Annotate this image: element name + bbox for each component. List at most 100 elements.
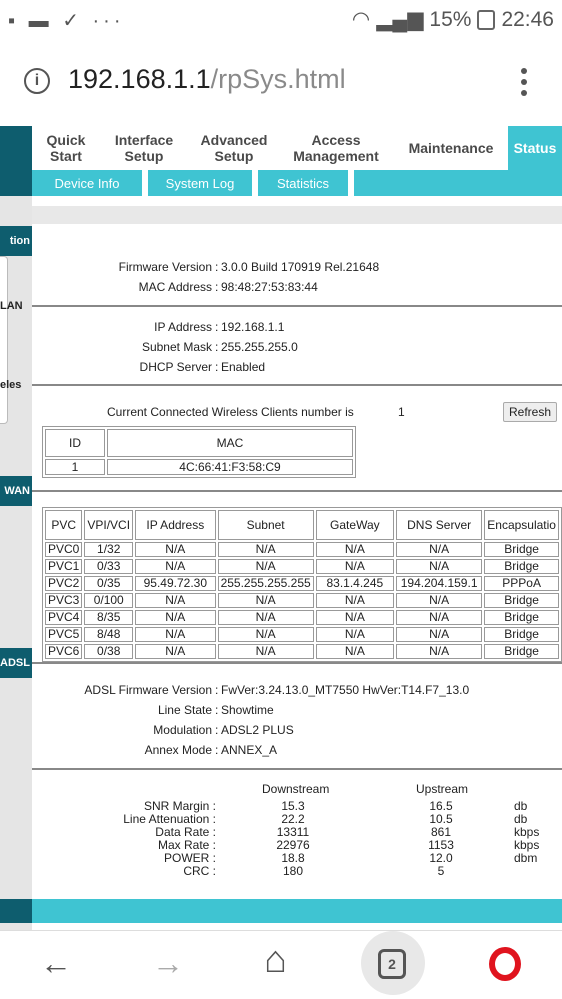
back-arrow-icon[interactable]: ← [40, 945, 72, 982]
stat-unit: db [514, 799, 528, 813]
section-label-wireless: eless [0, 379, 22, 391]
subnav-device-info[interactable]: Device Info [32, 170, 142, 196]
divider [32, 384, 562, 386]
subnav-divider [348, 170, 354, 196]
table-cell: PVC4 [45, 610, 83, 625]
wifi-icon: ◠ [351, 8, 371, 31]
nav-status[interactable]: Status [508, 126, 562, 170]
table-header: ID [45, 429, 105, 457]
table-cell: N/A [135, 610, 216, 625]
stat-upstream: 12.0 [429, 851, 453, 865]
stat-unit: kbps [514, 825, 540, 839]
table-cell: N/A [217, 559, 314, 574]
table-cell: N/A [396, 610, 483, 625]
table-cell: Bridge [484, 610, 559, 625]
nav-access-management[interactable]: Access Management [284, 126, 388, 170]
table-cell: PVC1 [45, 559, 83, 574]
tabs-count-icon[interactable]: 2 [378, 949, 406, 979]
opera-menu-icon[interactable] [489, 947, 521, 981]
stat-upstream: 16.5 [429, 799, 453, 813]
table-cell: N/A [315, 627, 394, 642]
clock: 22:46 [501, 7, 554, 31]
table-cell: N/A [315, 593, 394, 608]
stat-upstream: 861 [430, 825, 452, 839]
table-cell: 8/35 [84, 610, 134, 625]
stat-label: Max Rate : [157, 838, 216, 852]
subnav-system-log[interactable]: System Log [148, 170, 252, 196]
home-icon[interactable]: ⌂ [264, 939, 287, 982]
wireless-clients-label: Current Connected Wireless Clients numbe… [107, 405, 354, 419]
table-cell: N/A [217, 610, 314, 625]
table-cell: N/A [217, 644, 314, 659]
table-cell: PVC6 [45, 644, 83, 659]
browser-url-bar: i 192.168.1.1/rpSys.html [0, 38, 562, 126]
stat-downstream: 22976 [276, 838, 310, 852]
nav-quick-start[interactable]: Quick Start [32, 126, 100, 170]
table-cell: 0/35 [84, 576, 134, 591]
more-menu-icon[interactable] [519, 68, 529, 101]
table-cell: N/A [217, 593, 314, 608]
stat-unit: kbps [514, 838, 540, 852]
table-cell: PVC2 [45, 576, 83, 591]
divider [32, 305, 562, 307]
table-cell: N/A [315, 542, 394, 557]
table-row: PVC4 8/35 N/A N/A N/A N/A Bridge [45, 610, 559, 625]
modulation-label: Modulation [153, 723, 212, 737]
table-cell: N/A [396, 644, 483, 659]
table-cell: 83.1.4.245 [315, 576, 394, 591]
mac-label: MAC Address [138, 280, 212, 294]
stat-unit: dbm [514, 851, 538, 865]
dhcp-label: DHCP Server [139, 360, 212, 374]
address-field[interactable]: 192.168.1.1/rpSys.html [68, 64, 346, 95]
firmware-value: 3.0.0 Build 170919 Rel.21648 [221, 260, 380, 274]
battery-icon [477, 9, 496, 30]
lan-ip-value: 192.168.1.1 [221, 320, 285, 334]
table-row: PVC0 1/32 N/A N/A N/A N/A Bridge [45, 542, 559, 557]
signal-icon: ▂▄▆ [376, 8, 424, 31]
forward-arrow-icon[interactable]: → [152, 945, 184, 982]
table-header: GateWay [315, 510, 394, 540]
table-cell: 0/33 [84, 559, 134, 574]
browser-bottom-nav: ← → ⌂ 2 [0, 930, 562, 999]
notification-icons: ▪ ▬ ✓ ··· [8, 10, 125, 32]
nav-interface-setup[interactable]: Interface Setup [104, 126, 184, 170]
wireless-clients-table: ID MAC 1 4C:66:41:F3:58:C9 [42, 426, 356, 478]
lan-ip-label: IP Address [154, 320, 212, 334]
divider [32, 768, 562, 770]
stat-label: Data Rate : [155, 825, 216, 839]
stat-label: SNR Margin : [143, 799, 216, 813]
table-cell: N/A [135, 559, 216, 574]
status-right: ◠ ▂▄▆ 15% 22:46 [352, 7, 554, 32]
nav-advanced-setup[interactable]: Advanced Setup [192, 126, 276, 170]
logo-block [0, 126, 32, 196]
upstream-header: Upstream [416, 782, 469, 796]
modulation-value: ADSL2 PLUS [221, 723, 294, 737]
mac-value: 98:48:27:53:83:44 [221, 280, 318, 294]
stat-label: CRC : [183, 864, 216, 878]
nav-maintenance[interactable]: Maintenance [400, 126, 502, 170]
table-header: PVC [45, 510, 83, 540]
refresh-button[interactable]: Refresh [503, 402, 557, 422]
table-cell: Bridge [484, 627, 559, 642]
table-row: PVC2 0/35 95.49.72.30 255.255.255.255 83.1.4… [45, 576, 559, 591]
stat-unit: db [514, 812, 528, 826]
dhcp-value: Enabled [221, 360, 266, 374]
table-header: IP Address [135, 510, 216, 540]
table-cell: PPPoA [484, 576, 559, 591]
table-cell: 0/100 [84, 593, 134, 608]
wan-pvc-table: PVC VPI/VCI IP Address Subnet GateWay DNS Ser… [42, 507, 562, 662]
section-label-device: tion [0, 226, 32, 256]
table-header: Encapsulatio [484, 510, 559, 540]
subnav-statistics[interactable]: Statistics [258, 170, 348, 196]
info-icon[interactable]: i [24, 68, 50, 94]
table-row: PVC6 0/38 N/A N/A N/A N/A Bridge [45, 644, 559, 659]
table-cell: N/A [396, 559, 483, 574]
adsl-fw-value: FwVer:3.24.13.0_MT7550 HwVer:T14.F7_13.0 [221, 683, 470, 697]
annex-value: ANNEX_A [221, 743, 278, 757]
stat-downstream: 15.3 [281, 799, 305, 813]
stat-upstream: 5 [437, 864, 445, 878]
table-cell: 4C:66:41:F3:58:C9 [107, 459, 353, 475]
firmware-label: Firmware Version [118, 260, 212, 274]
table-cell: N/A [315, 559, 394, 574]
table-header: DNS Server [396, 510, 483, 540]
